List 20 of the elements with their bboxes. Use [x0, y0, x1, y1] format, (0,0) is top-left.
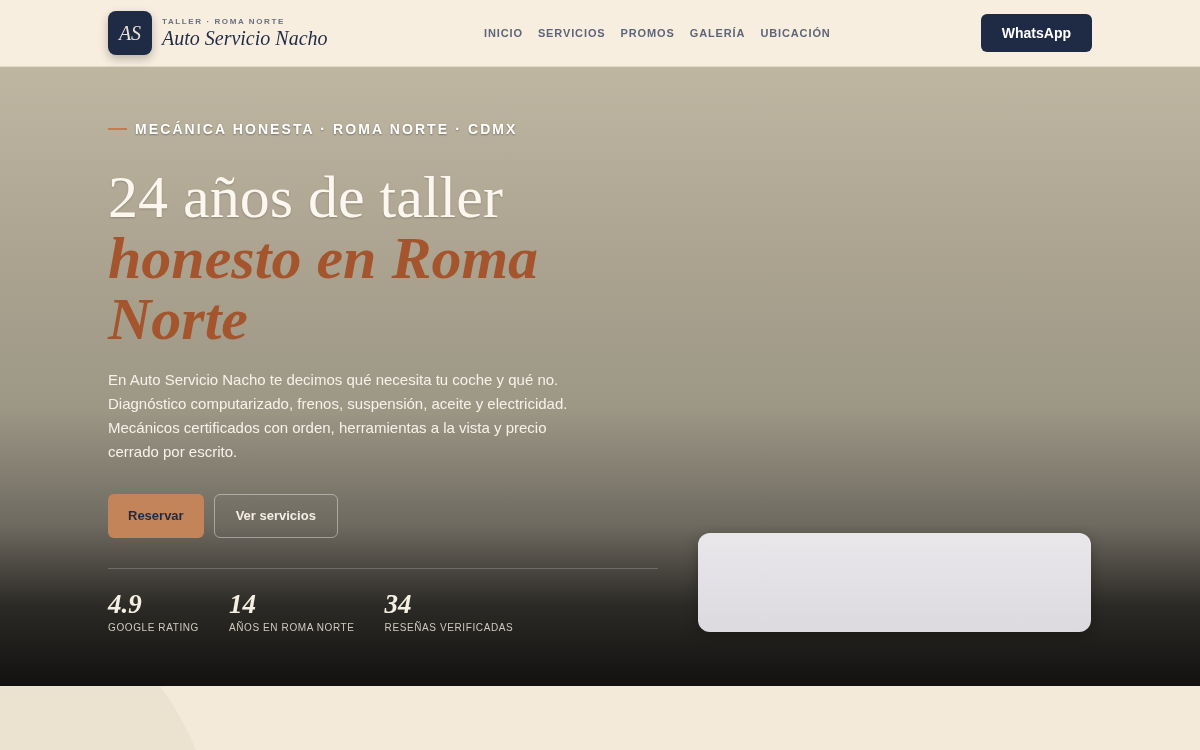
stat-label: AÑOS EN ROMA NORTE — [228, 621, 355, 635]
nav-link[interactable]: GALERÍA — [689, 24, 746, 42]
nav-link[interactable]: UBICACIÓN — [760, 24, 831, 42]
accent-line — [108, 128, 127, 130]
stat-label: GOOGLE RATING — [108, 621, 199, 635]
stat-value: 14 — [228, 589, 257, 619]
brand-tagline: TALLER · ROMA NORTE — [162, 16, 286, 27]
services-button[interactable]: Ver servicios — [213, 494, 338, 538]
reserve-button[interactable]: Reservar — [108, 494, 204, 538]
stat-value: 4.9 — [108, 589, 143, 619]
hero-eyebrow: MECÁNICA HONESTA · ROMA NORTE · CDMX — [135, 119, 518, 139]
nav-link[interactable]: SERVICIOS — [537, 24, 606, 42]
brand-name: Auto Servicio Nacho — [162, 26, 328, 50]
stat-label: RESEÑAS VERIFICADAS — [384, 621, 514, 635]
nav-link[interactable]: PROMOS — [620, 24, 675, 42]
hero-description: En Auto Servicio Nacho te decimos qué necesita tu coche y qué no. Diagnóstico computarizado, frenos, suspensión, aceite y electricidad. Mecánicos certificados con orden, herramientas a la vista y precio cerrado por escrito. — [108, 370, 569, 462]
nav-link[interactable]: INICIO — [484, 24, 523, 42]
stat-value: 34 — [384, 589, 413, 619]
whatsapp-button[interactable]: WhatsApp — [980, 14, 1092, 52]
logo-monogram: AS — [108, 11, 152, 55]
